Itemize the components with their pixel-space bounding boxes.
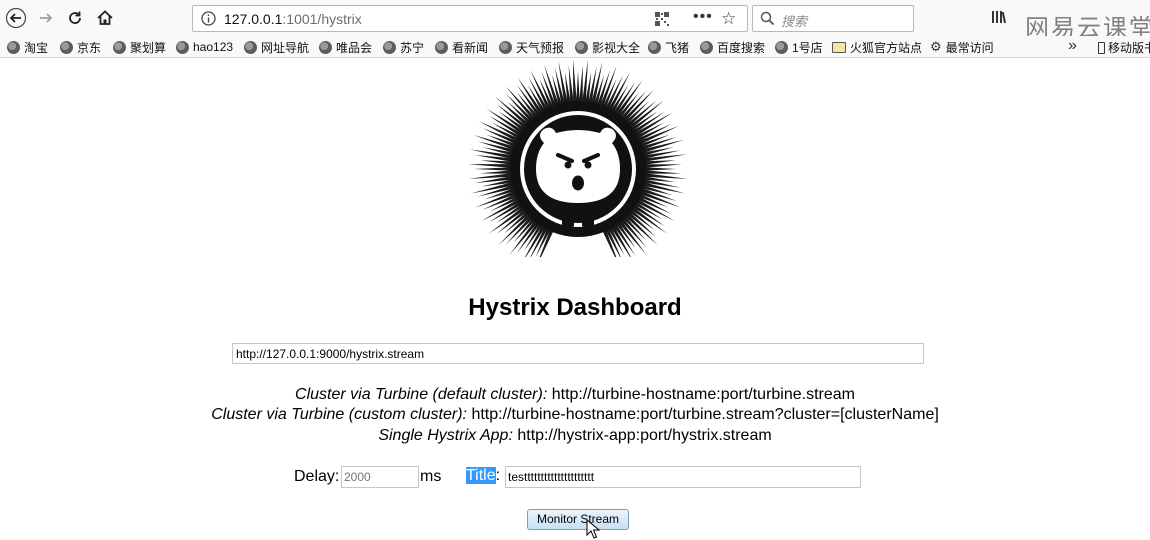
bookmark-item[interactable]: 苏宁 — [383, 39, 424, 55]
url-bar[interactable]: 127.0.0.1:1001/hystrix ••• ☆ — [192, 5, 748, 32]
bookmark-label: 淘宝 — [24, 40, 49, 55]
site-info-icon[interactable] — [201, 11, 216, 26]
mouse-cursor-icon — [586, 519, 600, 539]
bookmark-item[interactable]: 唯品会 — [319, 39, 372, 55]
page-actions-icon[interactable]: ••• — [693, 8, 713, 26]
bookmark-folder[interactable]: 火狐官方站点 — [832, 39, 922, 55]
page-title: Hystrix Dashboard — [468, 294, 682, 321]
globe-icon — [575, 40, 588, 54]
bookmark-label: 飞猪 — [665, 40, 690, 55]
back-arrow-icon — [6, 8, 26, 28]
url-host: 127.0.0.1 — [224, 11, 283, 27]
stream-url-input[interactable] — [232, 343, 924, 364]
search-box[interactable]: 搜索 — [752, 5, 914, 32]
bookmark-label: 聚划算 — [130, 40, 167, 55]
globe-icon — [7, 40, 20, 54]
bear-leg-right — [582, 205, 594, 227]
globe-icon — [113, 40, 126, 54]
home-button[interactable] — [94, 7, 116, 29]
gear-icon: ⚙ — [930, 39, 942, 54]
forward-button[interactable] — [35, 7, 57, 29]
folder-icon — [832, 41, 846, 53]
forward-arrow-icon — [40, 13, 53, 23]
bookmark-label: 唯品会 — [336, 40, 373, 55]
bookmark-label: 京东 — [77, 40, 102, 55]
bookmark-item[interactable]: 看新闻 — [435, 39, 488, 55]
bookmark-label: 最常访问 — [945, 40, 994, 55]
bookmark-item[interactable]: 淘宝 — [7, 39, 48, 55]
back-button[interactable] — [5, 7, 27, 29]
help-value: http://hystrix-app:port/hystrix.stream — [517, 427, 772, 444]
help-line-custom-cluster: Cluster via Turbine (custom cluster): ht… — [0, 406, 1150, 424]
title-input[interactable] — [505, 466, 861, 488]
bookmarks-bar: 淘宝 京东 聚划算 hao123 网址导航 唯品会 苏宁 看新闻 天气预报 影视… — [0, 36, 1150, 58]
help-line-single-app: Single Hystrix App: http://hystrix-app:p… — [0, 427, 1150, 445]
mobile-icon — [1098, 41, 1105, 54]
toolbar-icons — [990, 8, 1008, 26]
help-line-default-cluster: Cluster via Turbine (default cluster): h… — [0, 386, 1150, 404]
globe-icon — [319, 40, 332, 54]
help-label: Single Hystrix App: — [378, 427, 513, 444]
bear-mouth — [572, 175, 584, 191]
mobile-bookmarks-label: 移动版书 — [1108, 41, 1150, 55]
help-label: Cluster via Turbine (default cluster): — [295, 386, 548, 403]
hystrix-logo — [468, 59, 688, 257]
bookmark-item[interactable]: 聚划算 — [113, 39, 166, 55]
help-label: Cluster via Turbine (custom cluster): — [211, 406, 467, 423]
search-placeholder: 搜索 — [781, 14, 808, 29]
home-icon — [97, 10, 113, 25]
help-value: http://turbine-hostname:port/turbine.str… — [551, 386, 855, 403]
bookmark-label: hao123 — [193, 40, 234, 54]
bookmark-item[interactable]: 飞猪 — [648, 39, 689, 55]
bookmark-item[interactable]: 1号店 — [775, 39, 823, 55]
delay-unit: ms — [420, 468, 442, 485]
monitor-stream-button[interactable]: Monitor Stream — [527, 509, 629, 530]
qr-code-icon[interactable] — [655, 12, 669, 26]
globe-icon — [176, 40, 189, 54]
bookmark-label: 影视大全 — [592, 40, 641, 55]
bear-face-icon — [536, 127, 620, 203]
bookmark-label: 苏宁 — [400, 40, 425, 55]
delay-input[interactable] — [341, 466, 419, 488]
browser-toolbar: 127.0.0.1:1001/hystrix ••• ☆ 搜索 网易云课堂 — [0, 0, 1150, 42]
library-icon[interactable] — [990, 8, 1008, 26]
globe-icon — [244, 40, 257, 54]
bookmark-item[interactable]: hao123 — [176, 39, 233, 55]
bookmark-item[interactable]: 天气预报 — [499, 39, 564, 55]
bookmark-item[interactable]: 网址导航 — [244, 39, 309, 55]
bookmark-star-icon[interactable]: ☆ — [721, 9, 736, 29]
globe-icon — [775, 40, 788, 54]
url-text[interactable]: 127.0.0.1:1001/hystrix — [224, 11, 362, 27]
bookmark-label: 百度搜索 — [717, 40, 766, 55]
globe-icon — [383, 40, 396, 54]
bear-leg-left — [562, 205, 574, 227]
globe-icon — [60, 40, 73, 54]
bookmark-label: 看新闻 — [452, 40, 489, 55]
bookmark-label: 火狐官方站点 — [850, 40, 923, 55]
globe-icon — [700, 40, 713, 54]
globe-icon — [435, 40, 448, 54]
reload-button[interactable] — [64, 7, 86, 29]
bookmark-item[interactable]: 京东 — [60, 39, 101, 55]
bookmark-item[interactable]: ⚙ 最常访问 — [930, 39, 994, 55]
bookmark-item[interactable]: 百度搜索 — [700, 39, 765, 55]
bookmarks-overflow-icon[interactable]: » — [1068, 37, 1077, 55]
help-value: http://turbine-hostname:port/turbine.str… — [471, 406, 939, 423]
bookmark-label: 1号店 — [792, 40, 823, 55]
title-colon: : — [495, 467, 501, 484]
bookmark-item[interactable]: 影视大全 — [575, 39, 640, 55]
url-path: :1001/hystrix — [282, 11, 362, 27]
mobile-bookmarks[interactable]: 移动版书 — [1098, 39, 1150, 56]
title-label: Title: — [466, 467, 500, 485]
selected-title-text: Title — [466, 467, 496, 484]
reload-icon — [69, 11, 81, 24]
bookmark-label: 网址导航 — [261, 40, 310, 55]
globe-icon — [648, 40, 661, 54]
globe-icon — [499, 40, 512, 54]
search-icon — [760, 11, 775, 26]
bookmark-label: 天气预报 — [516, 40, 565, 55]
delay-label: Delay: — [294, 468, 340, 485]
